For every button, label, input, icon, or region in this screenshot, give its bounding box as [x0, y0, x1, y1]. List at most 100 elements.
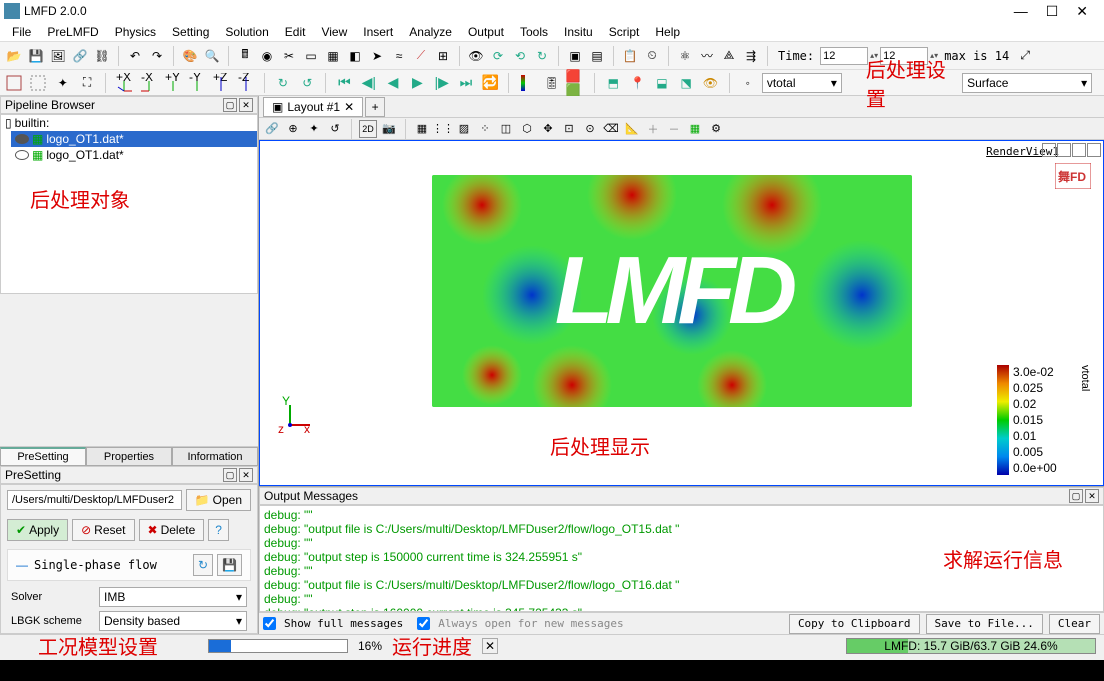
- minusz-icon[interactable]: -Z: [236, 72, 256, 94]
- flow-section[interactable]: — Single-phase flow ↻ 💾: [7, 549, 251, 581]
- time-frame-input[interactable]: [880, 47, 928, 65]
- glyph3d-icon[interactable]: ⟁: [719, 46, 739, 66]
- scalar-dot-icon[interactable]: ◦: [738, 72, 758, 94]
- plusz-icon[interactable]: +Z: [211, 72, 231, 94]
- next-frame-icon[interactable]: |▶: [432, 72, 452, 94]
- pick-center-icon[interactable]: ⊕: [284, 120, 302, 138]
- save-settings-button[interactable]: 💾: [217, 554, 242, 576]
- select-cells-icon[interactable]: ▦: [413, 120, 431, 138]
- layout-add-button[interactable]: +: [365, 97, 385, 117]
- render-view[interactable]: RenderView1 舞FD: [259, 140, 1104, 486]
- sel-display-icon[interactable]: ⬓: [652, 72, 672, 94]
- redo-icon[interactable]: ↷: [147, 46, 167, 66]
- prev-frame-icon[interactable]: ◀|: [359, 72, 379, 94]
- wave-icon[interactable]: 〰: [697, 46, 717, 66]
- minimize-button[interactable]: —: [1014, 3, 1028, 20]
- minusy-icon[interactable]: -Y: [187, 72, 207, 94]
- pipeline-item-1[interactable]: ▦ logo_OT1.dat*: [11, 147, 257, 163]
- pipeline-browser[interactable]: ▯ builtin: ▦ logo_OT1.dat* ▦ logo_OT1.da…: [0, 114, 258, 294]
- select-poly-icon[interactable]: ⬡: [518, 120, 536, 138]
- pipeline-item-0[interactable]: ▦ logo_OT1.dat*: [11, 131, 257, 147]
- reset-button[interactable]: ⊘Reset: [72, 519, 134, 541]
- menu-tools[interactable]: Tools: [512, 23, 556, 41]
- visibility-eye-icon[interactable]: [15, 134, 29, 144]
- presetting-undock-icon[interactable]: ▢: [223, 468, 237, 482]
- time-spinner[interactable]: ▴▾: [870, 51, 878, 60]
- maximize-button[interactable]: ☐: [1046, 3, 1059, 20]
- timer-icon[interactable]: ⏲: [642, 46, 662, 66]
- warp-icon[interactable]: ⟋: [411, 46, 431, 66]
- save-screenshot-icon[interactable]: 🖼: [48, 46, 68, 66]
- select-cells-through-icon[interactable]: ▨: [455, 120, 473, 138]
- palette-icon[interactable]: 🎨: [180, 46, 200, 66]
- first-frame-icon[interactable]: ⏮: [334, 72, 354, 94]
- atom-icon[interactable]: ⚛: [675, 46, 695, 66]
- pipeline-undock-icon[interactable]: ▢: [223, 98, 237, 112]
- toggle-2d-button[interactable]: 2D: [359, 120, 377, 138]
- adjust-camera-icon[interactable]: ⚙: [707, 120, 725, 138]
- close-button[interactable]: ✕: [1076, 3, 1088, 20]
- extract-sel-icon[interactable]: ⬒: [603, 72, 623, 94]
- find-data-icon[interactable]: 📍: [627, 72, 647, 94]
- plusy-icon[interactable]: +Y: [163, 72, 183, 94]
- tab-properties[interactable]: Properties: [86, 447, 172, 466]
- shrink-sel-icon[interactable]: －: [665, 120, 683, 138]
- slice-icon[interactable]: ▭: [301, 46, 321, 66]
- color-options-icon[interactable]: 🟥🟩: [566, 72, 586, 94]
- link-camera-icon[interactable]: 🔗: [263, 120, 281, 138]
- disconnect-icon[interactable]: ⛓: [92, 46, 112, 66]
- menu-analyze[interactable]: Analyze: [401, 23, 460, 41]
- camera-icon[interactable]: 📷: [380, 120, 398, 138]
- time-value-input[interactable]: [820, 47, 868, 65]
- representation-combo[interactable]: Surface▾: [962, 73, 1092, 93]
- threshold-icon[interactable]: ▦: [323, 46, 343, 66]
- show-full-checkbox[interactable]: [263, 617, 276, 630]
- save-file-button[interactable]: Save to File...: [926, 614, 1043, 634]
- working-dir-input[interactable]: [7, 490, 182, 510]
- reload-new-icon[interactable]: ⟲: [510, 46, 530, 66]
- glyph-icon[interactable]: ➤: [367, 46, 387, 66]
- camera-reset-icon[interactable]: [4, 72, 24, 94]
- edit-colormap-icon[interactable]: 🎚: [542, 72, 562, 94]
- field-combo[interactable]: vtotal▾: [762, 73, 842, 93]
- menu-help[interactable]: Help: [647, 23, 688, 41]
- rotate-cw-icon[interactable]: ↻: [273, 72, 293, 94]
- help-button[interactable]: ?: [208, 519, 229, 541]
- pipeline-root[interactable]: ▯ builtin:: [1, 115, 257, 131]
- output-log[interactable]: debug: "" debug: "output file is C:/User…: [259, 505, 1104, 612]
- split-h-icon[interactable]: [1042, 143, 1056, 157]
- copy-clipboard-button[interactable]: Copy to Clipboard: [789, 614, 920, 634]
- delete-button[interactable]: ✖Delete: [139, 519, 205, 541]
- hover-cells-icon[interactable]: ⊡: [560, 120, 578, 138]
- contour-icon[interactable]: ◉: [257, 46, 277, 66]
- menu-solution[interactable]: Solution: [217, 23, 276, 41]
- menu-view[interactable]: View: [313, 23, 355, 41]
- spreadsheet-icon[interactable]: ▤: [587, 46, 607, 66]
- plusx-icon[interactable]: +X: [114, 72, 134, 94]
- reset-center-icon[interactable]: ↺: [326, 120, 344, 138]
- zoom-fit-icon[interactable]: ⛶: [77, 72, 97, 94]
- clip-icon[interactable]: ✂: [279, 46, 299, 66]
- select-points-icon[interactable]: ⋮⋮: [434, 120, 452, 138]
- last-frame-icon[interactable]: ⏭: [456, 72, 476, 94]
- open-icon[interactable]: 📂: [4, 46, 24, 66]
- close-view-icon[interactable]: [1087, 143, 1101, 157]
- flow-icon[interactable]: ⇶: [741, 46, 761, 66]
- visibility-eye-icon[interactable]: [15, 150, 29, 160]
- cancel-button[interactable]: ✕: [482, 638, 498, 654]
- menu-setting[interactable]: Setting: [164, 23, 217, 41]
- presetting-close-icon[interactable]: ✕: [239, 468, 253, 482]
- pipeline-close-icon[interactable]: ✕: [239, 98, 253, 112]
- hover-icon[interactable]: 👁: [700, 72, 720, 94]
- open-button[interactable]: 📁Open: [186, 489, 251, 511]
- stream-icon[interactable]: ≈: [389, 46, 409, 66]
- select-points-through-icon[interactable]: ⁘: [476, 120, 494, 138]
- always-open-checkbox[interactable]: [417, 617, 430, 630]
- zoom-box-icon[interactable]: [28, 72, 48, 94]
- find-icon[interactable]: 🔍: [202, 46, 222, 66]
- expand-icon[interactable]: ⤢: [1015, 46, 1035, 66]
- undo-icon[interactable]: ↶: [125, 46, 145, 66]
- menu-file[interactable]: File: [4, 23, 39, 41]
- reload-icon[interactable]: ⟳: [488, 46, 508, 66]
- menu-edit[interactable]: Edit: [277, 23, 314, 41]
